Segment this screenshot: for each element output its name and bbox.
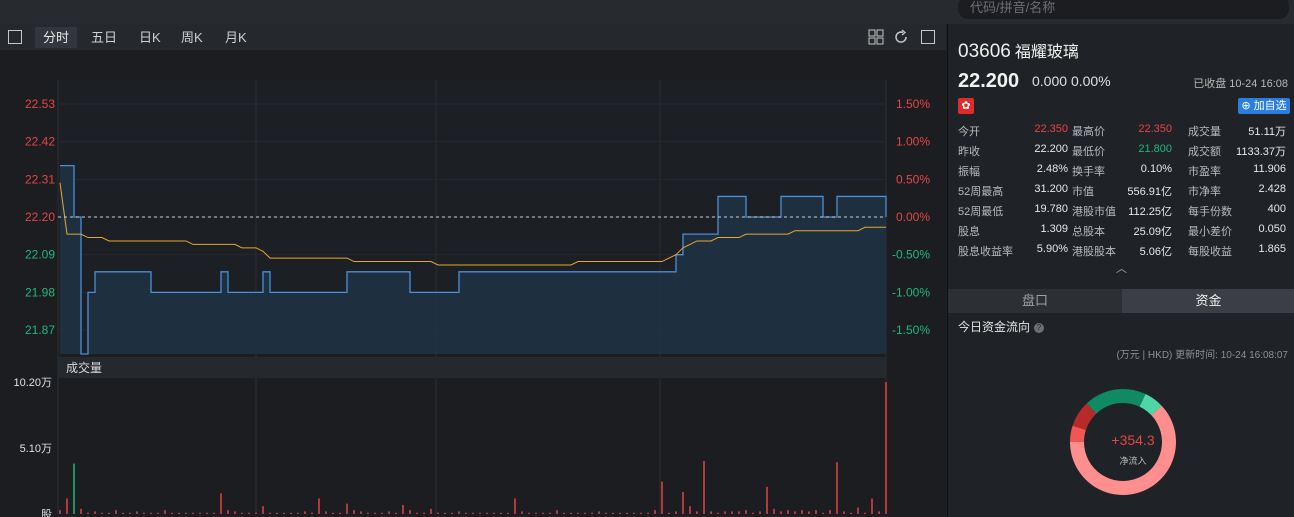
tab-capital[interactable]: 资金 [1122, 289, 1294, 313]
stat-value: 0.050 [1258, 223, 1286, 235]
stat-value: 21.800 [1138, 143, 1172, 155]
stat-label: 成交额 [1188, 146, 1221, 158]
volume-tick-label: 股 [41, 508, 52, 517]
price-tick-label: 22.42 [25, 135, 55, 149]
stat-value: 22.350 [1034, 123, 1068, 135]
net-inflow-value: +354.3 [1111, 432, 1155, 448]
intraday-chart: 22.53 22.42 22.31 22.20 22.09 21.98 21.87 1.50%… [13, 80, 930, 517]
top-bar: 代码/拼音/名称 [0, 0, 1294, 24]
stat-label: 市净率 [1188, 186, 1221, 198]
market-status: 已收盘 10-24 16:08 [1193, 78, 1288, 90]
stat-label: 每股收益 [1188, 246, 1232, 258]
pct-tick-label: 1.50% [896, 97, 930, 111]
tab-orderbook[interactable]: 盘口 [948, 289, 1122, 313]
stats-row: 52周最高 31.200 市值 556.91亿 市净率 2.428 [958, 180, 1292, 200]
stat-value: 0.10% [1140, 163, 1172, 175]
stat-label: 换手率 [1072, 166, 1105, 178]
stat-value: 5.90% [1036, 243, 1068, 255]
stat-label: 市盈率 [1188, 166, 1221, 178]
collapse-chevron-icon[interactable]: ︿ [1116, 264, 1127, 275]
stat-value: 1.865 [1258, 243, 1286, 255]
volume-header [58, 357, 886, 378]
fund-flow-title: 今日资金流向? [958, 318, 1045, 335]
stat-label: 港股市值 [1072, 206, 1116, 218]
quote-panel: 03606 福耀玻璃 22.200 0.000 0.00% 已收盘 10-24 1… [947, 24, 1294, 517]
pct-tick-label: 1.00% [896, 135, 930, 149]
stat-label: 股息 [958, 226, 980, 238]
last-price: 22.200 [958, 70, 1020, 92]
stat-value: 112.25亿 [1128, 206, 1172, 218]
price-tick-label: 22.31 [25, 172, 55, 186]
stat-value: 1133.37万 [1236, 146, 1286, 158]
hk-flag-icon: ✿ [958, 98, 974, 114]
stats-table: 今开 22.350 最高价 22.350 成交量 51.11万昨收 22.200 最低价 21.… [958, 120, 1292, 260]
stat-value: 51.11万 [1248, 126, 1286, 138]
stat-value: 5.06亿 [1139, 246, 1172, 258]
stat-value: 19.780 [1034, 203, 1068, 215]
right-tabs: 盘口 资金 [948, 289, 1294, 313]
price-tick-label: 22.53 [25, 97, 55, 111]
price-change: 0.000 0.00% [1032, 73, 1111, 89]
stat-value: 25.09亿 [1133, 226, 1172, 238]
stat-value: 31.200 [1034, 183, 1068, 195]
stock-name: 福耀玻璃 [1014, 44, 1079, 61]
pct-tick-label: -1.00% [892, 285, 930, 299]
search-input[interactable]: 代码/拼音/名称 [958, 0, 1289, 19]
volume-title: 成交量 [66, 360, 102, 375]
price-tick-label: 21.87 [25, 323, 55, 337]
stats-row: 昨收 22.200 最低价 21.800 成交额 1133.37万 [958, 140, 1292, 160]
volume-tick-label: 5.10万 [20, 443, 52, 455]
fund-flow-update-time: (万元 | HKD) 更新时间: 10-24 16:08:07 [1116, 350, 1288, 361]
stat-label: 股息收益率 [958, 246, 1013, 258]
stat-value: 11.906 [1253, 163, 1286, 175]
stat-label: 今开 [958, 126, 980, 138]
stat-label: 最高价 [1072, 126, 1105, 138]
volume-tick-label: 10.20万 [13, 377, 52, 389]
price-tick-label: 22.09 [25, 248, 55, 262]
stats-row: 股息 1.309 总股本 25.09亿 最小差价 0.050 [958, 220, 1292, 240]
stat-value: 22.350 [1138, 123, 1172, 135]
stat-label: 成交量 [1188, 126, 1221, 138]
stat-value: 556.91亿 [1127, 186, 1172, 198]
stat-value: 2.48% [1036, 163, 1068, 175]
stat-value: 2.428 [1258, 183, 1286, 195]
stat-value: 22.200 [1034, 143, 1068, 155]
stat-label: 港股股本 [1072, 246, 1116, 258]
stat-label: 52周最高 [958, 186, 1004, 198]
stats-row: 今开 22.350 最高价 22.350 成交量 51.11万 [958, 120, 1292, 140]
stat-value: 1.309 [1040, 223, 1068, 235]
stat-value: 400 [1267, 203, 1286, 215]
stock-code: 03606 福耀玻璃 [958, 41, 1079, 62]
stat-label: 52周最低 [958, 206, 1004, 218]
chart-panel: 分时 五日 日K 周K 月K 22.53 22.42 22.31 22.20 22.09… [0, 24, 946, 517]
stat-label: 最小差价 [1188, 226, 1232, 238]
net-inflow-label: 净流入 [1119, 456, 1147, 466]
pct-tick-label: -1.50% [892, 323, 930, 337]
stats-row: 股息收益率 5.90% 港股股本 5.06亿 每股收益 1.865 [958, 240, 1292, 260]
stat-label: 最低价 [1072, 146, 1105, 158]
stat-label: 总股本 [1072, 226, 1105, 238]
add-watchlist-button[interactable]: ⊕ 加自选 [1238, 98, 1290, 114]
stat-label: 市值 [1072, 186, 1094, 198]
stat-label: 每手份数 [1188, 206, 1232, 218]
stats-row: 振幅 2.48% 换手率 0.10% 市盈率 11.906 [958, 160, 1292, 180]
stat-label: 振幅 [958, 166, 980, 178]
help-icon[interactable]: ? [1034, 323, 1045, 333]
pct-tick-label: -0.50% [892, 248, 930, 262]
stat-label: 昨收 [958, 146, 980, 158]
price-tick-label: 21.98 [25, 285, 55, 299]
pct-tick-label: 0.50% [896, 172, 930, 186]
stats-row: 52周最低 19.780 港股市值 112.25亿 每手份数 400 [958, 200, 1292, 220]
pct-tick-label: 0.00% [896, 210, 930, 224]
price-tick-label: 22.20 [25, 210, 55, 224]
